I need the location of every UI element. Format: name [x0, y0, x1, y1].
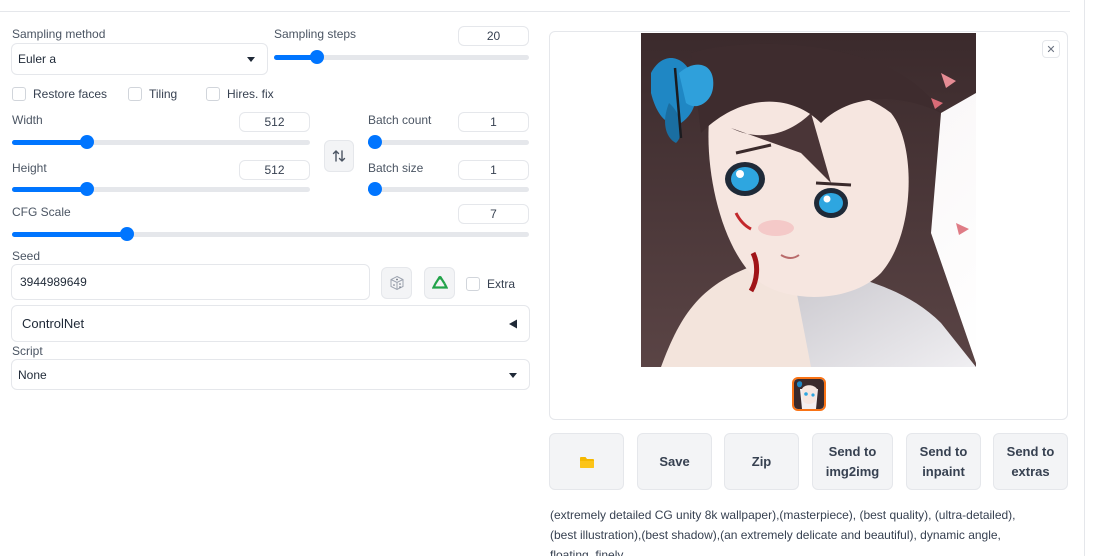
send-to-extras-button[interactable]: Send to extras [993, 433, 1068, 490]
cfg-scale-slider[interactable] [12, 227, 529, 241]
width-label: Width [12, 113, 43, 127]
slider-thumb[interactable] [120, 227, 135, 241]
height-slider[interactable] [12, 182, 310, 196]
extra-seed-checkbox[interactable]: Extra [466, 277, 515, 291]
sampling-steps-label: Sampling steps [274, 27, 357, 41]
top-divider [0, 11, 1070, 12]
tiling-label: Tiling [149, 87, 178, 101]
height-input[interactable]: 512 [239, 160, 310, 180]
hires-fix-label: Hires. fix [227, 87, 274, 101]
tiling-checkbox[interactable]: Tiling [128, 87, 177, 101]
swap-dimensions-button[interactable] [324, 140, 354, 172]
send-to-inpaint-button[interactable]: Send to inpaint [906, 433, 981, 490]
slider-thumb[interactable] [310, 50, 325, 64]
sampling-steps-input[interactable]: 20 [458, 26, 529, 46]
recycle-icon [431, 275, 448, 289]
slider-thumb[interactable] [80, 182, 95, 196]
hires-fix-checkbox[interactable]: Hires. fix [206, 87, 274, 101]
seed-label: Seed [12, 249, 41, 263]
random-seed-button[interactable] [381, 267, 412, 299]
batch-size-label: Batch size [368, 161, 424, 175]
controlnet-accordion[interactable]: ControlNet [11, 305, 530, 342]
restore-faces-label: Restore faces [33, 87, 108, 101]
controlnet-title: ControlNet [22, 316, 85, 331]
collapse-arrow-icon [509, 319, 517, 329]
send-to-img2img-button[interactable]: Send to img2img [812, 433, 893, 490]
cfg-scale-input[interactable]: 7 [458, 204, 529, 224]
slider-thumb[interactable] [368, 182, 382, 196]
width-slider[interactable] [12, 135, 310, 149]
generation-info-text: (extremely detailed CG unity 8k wallpape… [550, 508, 1016, 556]
zip-button[interactable]: Zip [724, 433, 799, 490]
chevron-down-icon [509, 373, 517, 378]
reuse-seed-button[interactable] [424, 267, 455, 299]
batch-size-slider[interactable] [368, 182, 529, 196]
save-button[interactable]: Save [637, 433, 712, 490]
sampling-method-label: Sampling method [12, 27, 106, 41]
sampling-method-value: Euler a [18, 52, 57, 66]
script-dropdown[interactable]: None [11, 359, 530, 390]
cfg-scale-label: CFG Scale [12, 205, 71, 219]
batch-count-label: Batch count [368, 113, 432, 127]
chevron-down-icon [247, 57, 255, 62]
dice-icon [390, 275, 403, 291]
slider-thumb[interactable] [80, 135, 95, 149]
extra-label: Extra [487, 277, 516, 291]
generated-image[interactable] [641, 33, 976, 367]
seed-input[interactable]: 3944989649 [11, 264, 370, 300]
batch-size-input[interactable]: 1 [458, 160, 529, 180]
close-icon: ✕ [1046, 43, 1056, 56]
open-folder-button[interactable] [549, 433, 624, 490]
slider-thumb[interactable] [368, 135, 382, 149]
right-divider [1084, 0, 1085, 556]
script-label: Script [12, 344, 43, 358]
sampling-steps-slider[interactable] [274, 50, 529, 64]
batch-count-slider[interactable] [368, 135, 529, 149]
restore-faces-checkbox[interactable]: Restore faces [12, 87, 107, 101]
close-gallery-button[interactable]: ✕ [1042, 40, 1060, 58]
sampling-method-dropdown[interactable]: Euler a [11, 43, 268, 75]
batch-count-input[interactable]: 1 [458, 112, 529, 132]
folder-icon [579, 456, 594, 468]
width-input[interactable]: 512 [239, 112, 310, 132]
gallery-thumbnail[interactable] [792, 377, 826, 411]
swap-dimensions-icon [332, 150, 346, 162]
script-value: None [18, 367, 47, 382]
height-label: Height [12, 161, 47, 175]
